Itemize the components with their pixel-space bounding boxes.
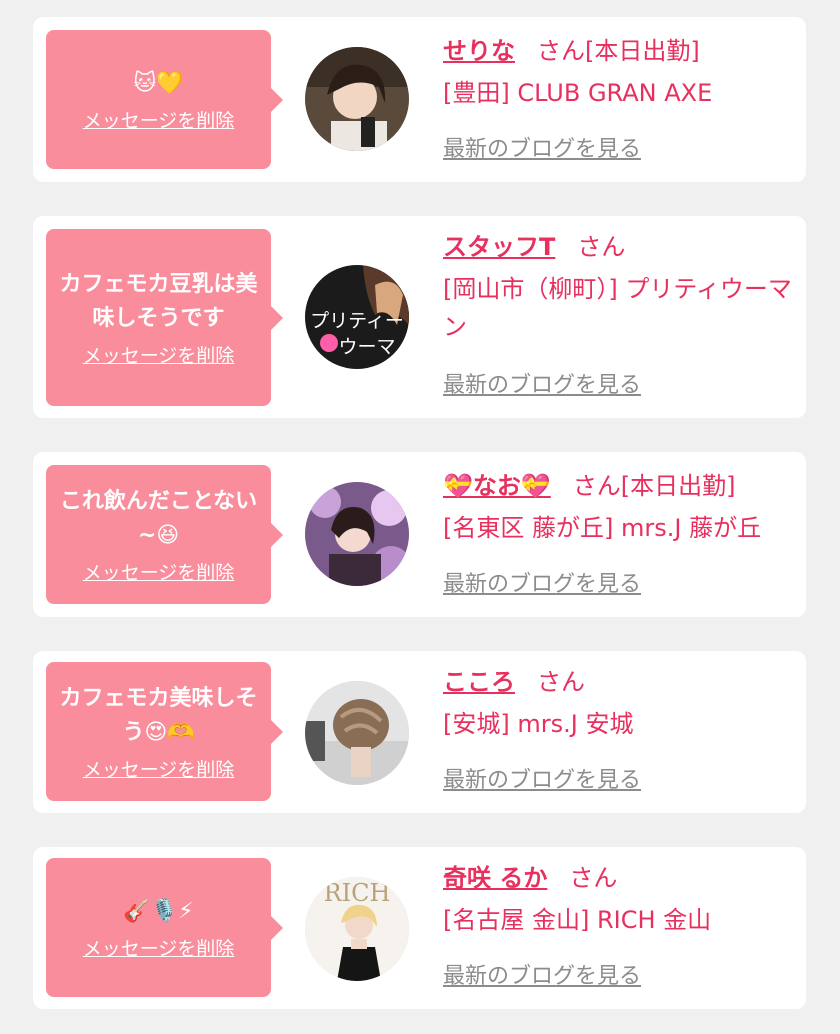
view-blog-link[interactable]: 最新のブログを見る — [443, 767, 641, 795]
user-info: 奇咲 るか さん [名古屋 金山] RICH 金山 — [443, 859, 794, 939]
view-blog-link[interactable]: 最新のブログを見る — [443, 136, 641, 164]
status-badge: [本日出勤] — [620, 472, 736, 500]
delete-message-link[interactable]: メッセージを削除 — [83, 109, 235, 133]
message-bubble: これ飲んだことない~😆 メッセージを削除 — [46, 465, 283, 604]
message-list: 🐱💛 メッセージを削除 せりな さん[本日出勤] [豊田] CLUB GRAN A… — [0, 0, 840, 1034]
shop-logo-icon: プリティー ウーマ — [305, 265, 409, 369]
avatar[interactable]: プリティー ウーマ — [305, 265, 409, 369]
honorific: さん — [537, 37, 585, 65]
shop-label: [岡山市（柳町）] プリティウーマン — [443, 275, 792, 341]
list-item: カフェモカ美味しそう😍🫶 メッセージを削除 こころ さん [安城] mrs.J 安… — [33, 651, 806, 813]
message-text: 🐱💛 — [133, 70, 184, 96]
message-text: 🎸🎙️⚡ — [123, 898, 194, 924]
user-info: 💝なお💝 さん[本日出勤] [名東区 藤が丘] mrs.J 藤が丘 — [443, 467, 794, 547]
avatar[interactable] — [305, 482, 409, 586]
shop-logo-text: プリティー — [310, 310, 404, 332]
svg-text:ウーマ: ウーマ — [338, 336, 395, 358]
message-text: カフェモカ豆乳は美味しそうです — [59, 271, 258, 331]
list-item: カフェモカ豆乳は美味しそうです メッセージを削除 プリティー ウーマ スタッフT… — [33, 216, 806, 418]
user-info: せりな さん[本日出勤] [豊田] CLUB GRAN AXE — [443, 32, 794, 112]
shop-label: [安城] mrs.J 安城 — [443, 710, 634, 738]
message-text: カフェモカ美味しそう😍🫶 — [59, 685, 258, 745]
avatar[interactable] — [305, 47, 409, 151]
user-name-link[interactable]: せりな — [443, 37, 515, 65]
message-bubble: カフェモカ豆乳は美味しそうです メッセージを削除 — [46, 229, 283, 406]
list-item: 🐱💛 メッセージを削除 せりな さん[本日出勤] [豊田] CLUB GRAN A… — [33, 17, 806, 182]
message-bubble: 🎸🎙️⚡ メッセージを削除 — [46, 858, 283, 997]
user-name-link[interactable]: スタッフT — [443, 233, 555, 261]
list-item: これ飲んだことない~😆 メッセージを削除 💝なお💝 さん[本日出勤] [名東区 藤… — [33, 452, 806, 617]
delete-message-link[interactable]: メッセージを削除 — [83, 758, 235, 782]
honorific: さん — [537, 668, 585, 696]
profile-photo-icon — [305, 47, 409, 151]
honorific: さん — [572, 472, 621, 500]
user-name-link[interactable]: 💝なお💝 — [443, 472, 551, 500]
magazine-title-text: RICH — [324, 879, 391, 907]
delete-message-link[interactable]: メッセージを削除 — [83, 561, 235, 585]
view-blog-link[interactable]: 最新のブログを見る — [443, 571, 641, 599]
hairstyle-photo-icon — [305, 681, 409, 785]
shop-label: [豊田] CLUB GRAN AXE — [443, 79, 713, 107]
user-info: スタッフT さん [岡山市（柳町）] プリティウーマン — [443, 228, 795, 346]
honorific: さん — [569, 864, 618, 892]
honorific: さん — [577, 233, 626, 261]
shop-label: [名東区 藤が丘] mrs.J 藤が丘 — [443, 514, 762, 542]
message-text: これ飲んだことない~😆 — [59, 488, 258, 548]
message-bubble: カフェモカ美味しそう😍🫶 メッセージを削除 — [46, 662, 283, 801]
status-badge: [本日出勤] — [585, 37, 700, 65]
delete-message-link[interactable]: メッセージを削除 — [83, 344, 235, 368]
magazine-cover-icon: RICH — [305, 877, 409, 981]
message-bubble: 🐱💛 メッセージを削除 — [46, 30, 283, 169]
avatar[interactable]: RICH — [305, 877, 409, 981]
list-item: 🎸🎙️⚡ メッセージを削除 RICH 奇咲 るか さん [名古屋 金山] RICH… — [33, 847, 806, 1009]
user-name-link[interactable]: 奇咲 るか — [443, 864, 547, 892]
delete-message-link[interactable]: メッセージを削除 — [83, 937, 235, 961]
profile-photo-icon — [305, 482, 409, 586]
shop-label: [名古屋 金山] RICH 金山 — [443, 906, 712, 934]
user-name-link[interactable]: こころ — [443, 668, 515, 696]
view-blog-link[interactable]: 最新のブログを見る — [443, 372, 641, 400]
view-blog-link[interactable]: 最新のブログを見る — [443, 963, 641, 991]
avatar[interactable] — [305, 681, 409, 785]
user-info: こころ さん [安城] mrs.J 安城 — [443, 663, 794, 743]
